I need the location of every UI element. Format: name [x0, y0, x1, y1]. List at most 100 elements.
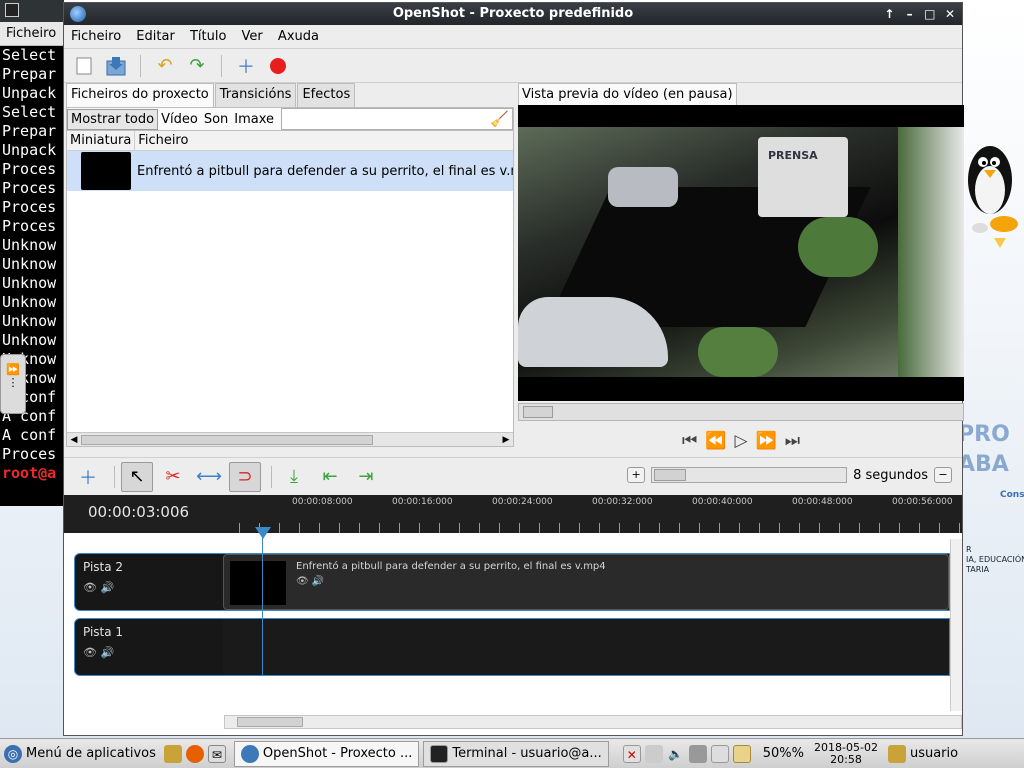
track-2[interactable]: Pista 2 👁 🔊 Enfrentó a pitbull para defe… — [74, 553, 950, 611]
tab-transitions[interactable]: Transicións — [214, 83, 297, 107]
applications-menu-button[interactable]: ◎ Menú de aplicativos — [0, 741, 160, 767]
new-project-button[interactable] — [70, 53, 98, 79]
next-marker-button[interactable]: ⇥ — [350, 462, 382, 492]
video-preview: PRENSA — [518, 105, 964, 401]
column-thumbnail[interactable]: Miniatura — [67, 131, 136, 150]
file-name: Enfrentó a pitbull para defender a su pe… — [137, 163, 513, 179]
speaker-icon[interactable]: 🔊 — [312, 576, 324, 587]
tab-video-preview[interactable]: Vista previa do vídeo (en pausa) — [518, 83, 737, 105]
scroll-thumb[interactable] — [237, 717, 303, 727]
eye-icon[interactable]: 👁 — [83, 581, 97, 594]
timeline-hscrollbar[interactable] — [224, 715, 962, 729]
snapping-button[interactable]: ⊃ — [229, 461, 261, 492]
usb-icon[interactable] — [644, 744, 663, 763]
zoom-slider[interactable] — [651, 467, 848, 483]
track-header[interactable]: Pista 2 👁 🔊 — [75, 554, 223, 610]
taskbar: ◎ Menú de aplicativos ✉ OpenShot - Proxe… — [0, 738, 1024, 768]
timeline-ruler[interactable]: 00:00:03:006 00:00:08:000 00:00:16:000 0… — [64, 495, 962, 533]
export-video-button[interactable] — [264, 53, 292, 79]
undo-button[interactable]: ↶ — [151, 53, 179, 79]
minimize-icon[interactable]: – — [902, 3, 918, 25]
razor-tool-button[interactable]: ✂ — [157, 462, 189, 492]
close-icon[interactable]: ✕ — [942, 3, 958, 25]
terminal-expand-handle[interactable]: ⏩ ⋮ — [0, 354, 26, 414]
tab-effects[interactable]: Efectos — [297, 83, 356, 107]
add-marker-button[interactable]: ⤓ — [278, 462, 310, 492]
save-icon — [106, 56, 126, 75]
terminal-menu-ficheiro[interactable]: Ficheiro — [0, 22, 64, 46]
openshot-app-icon — [70, 6, 86, 22]
add-track-button[interactable]: ＋ — [72, 462, 104, 492]
volume-icon[interactable]: 🔈 — [667, 745, 685, 763]
column-file[interactable]: Ficheiro — [135, 131, 513, 150]
menu-axuda[interactable]: Axuda — [275, 27, 322, 46]
mail-icon[interactable]: ✉ — [207, 744, 226, 763]
zoom-in-icon[interactable]: + — [627, 467, 646, 483]
scroll-right-icon[interactable]: ▶ — [499, 433, 513, 447]
network-icon[interactable]: ✕ — [622, 744, 641, 763]
window-titlebar[interactable]: OpenShot - Proxecto predefinido ↑ – □ ✕ — [64, 3, 962, 25]
terminal-titlebar[interactable] — [0, 0, 64, 22]
redo-button[interactable]: ↷ — [183, 53, 211, 79]
maximize-icon[interactable]: □ — [922, 3, 938, 25]
taskbar-window-openshot[interactable]: OpenShot - Proxecto ... — [233, 740, 420, 767]
file-manager-icon[interactable] — [163, 744, 182, 763]
user-menu[interactable]: usuario — [884, 741, 962, 767]
undo-icon: ↶ — [157, 55, 173, 76]
rewind-icon[interactable]: ⏪ — [705, 431, 726, 451]
tux-penguin-icon — [962, 140, 1018, 250]
filter-audio-button[interactable]: Son — [201, 110, 231, 129]
menu-titulo[interactable]: Título — [187, 27, 229, 46]
jump-start-icon[interactable]: ⏮ — [682, 431, 697, 451]
eye-icon[interactable]: 👁 — [296, 576, 309, 587]
file-search-input[interactable]: 🧹 — [281, 108, 513, 130]
terminal-line: Unknow — [2, 274, 57, 292]
terminal-window[interactable]: Ficheiro Select Prepar Unpack Select Prepar U… — [0, 0, 64, 506]
import-files-button[interactable]: ＋ — [232, 53, 260, 79]
clock[interactable]: 2018-05-02 20:58 — [814, 741, 878, 766]
user-icon — [887, 744, 906, 763]
fast-forward-icon[interactable]: ⏩ — [756, 431, 777, 451]
battery-icon[interactable] — [732, 744, 751, 763]
file-list-hscrollbar[interactable]: ◀ ▶ — [67, 432, 513, 446]
zoom-out-icon[interactable]: − — [934, 467, 952, 483]
previous-marker-button[interactable]: ⇤ — [314, 462, 346, 492]
drive-icon[interactable] — [710, 744, 729, 763]
zoom-knob[interactable] — [654, 469, 687, 481]
screenshot-icon[interactable] — [688, 744, 707, 763]
jump-end-icon[interactable]: ⏭ — [785, 431, 800, 451]
taskbar-window-terminal[interactable]: Terminal - usuario@a... — [423, 740, 609, 767]
tab-project-files[interactable]: Ficheiros do proxecto — [66, 83, 214, 107]
filter-video-button[interactable]: Vídeo — [158, 110, 201, 129]
menu-ficheiro[interactable]: Ficheiro — [68, 27, 124, 46]
track-body[interactable] — [223, 619, 949, 675]
play-icon[interactable]: ▷ — [734, 431, 747, 451]
seek-knob[interactable] — [523, 406, 553, 418]
filter-image-button[interactable]: Imaxe — [231, 110, 277, 129]
scroll-left-icon[interactable]: ◀ — [67, 433, 81, 447]
eye-icon[interactable]: 👁 — [83, 646, 97, 659]
speaker-icon[interactable]: 🔊 — [100, 581, 114, 594]
file-row[interactable]: Enfrentó a pitbull para defender a su pe… — [67, 151, 513, 191]
menu-editar[interactable]: Editar — [133, 27, 178, 46]
playhead-handle[interactable] — [255, 527, 271, 539]
keep-above-icon[interactable]: ↑ — [881, 3, 897, 25]
timeline-vscrollbar[interactable] — [950, 539, 962, 711]
speaker-icon[interactable]: 🔊 — [100, 646, 114, 659]
track-header[interactable]: Pista 1 👁 🔊 — [75, 619, 223, 675]
terminal-line: Select — [2, 103, 57, 121]
playhead-line[interactable] — [262, 529, 263, 675]
track-1[interactable]: Pista 1 👁 🔊 — [74, 618, 950, 676]
clear-filter-icon[interactable]: 🧹 — [490, 110, 509, 128]
filter-show-all-button[interactable]: Mostrar todo — [67, 108, 159, 130]
track-body[interactable]: Enfrentó a pitbull para defender a su pe… — [223, 554, 949, 610]
resize-tool-button[interactable]: ⟷ — [193, 462, 225, 492]
select-tool-button[interactable]: ↖ — [121, 461, 153, 492]
left-tabs: Ficheiros do proxecto Transicións Efecto… — [64, 83, 516, 107]
save-project-button[interactable] — [102, 53, 130, 79]
scroll-thumb[interactable] — [81, 435, 373, 445]
timeline-clip[interactable]: Enfrentó a pitbull para defender a su pe… — [223, 554, 949, 610]
preview-seek-slider[interactable] — [518, 403, 964, 421]
firefox-icon[interactable] — [185, 744, 204, 763]
menu-ver[interactable]: Ver — [239, 27, 266, 46]
